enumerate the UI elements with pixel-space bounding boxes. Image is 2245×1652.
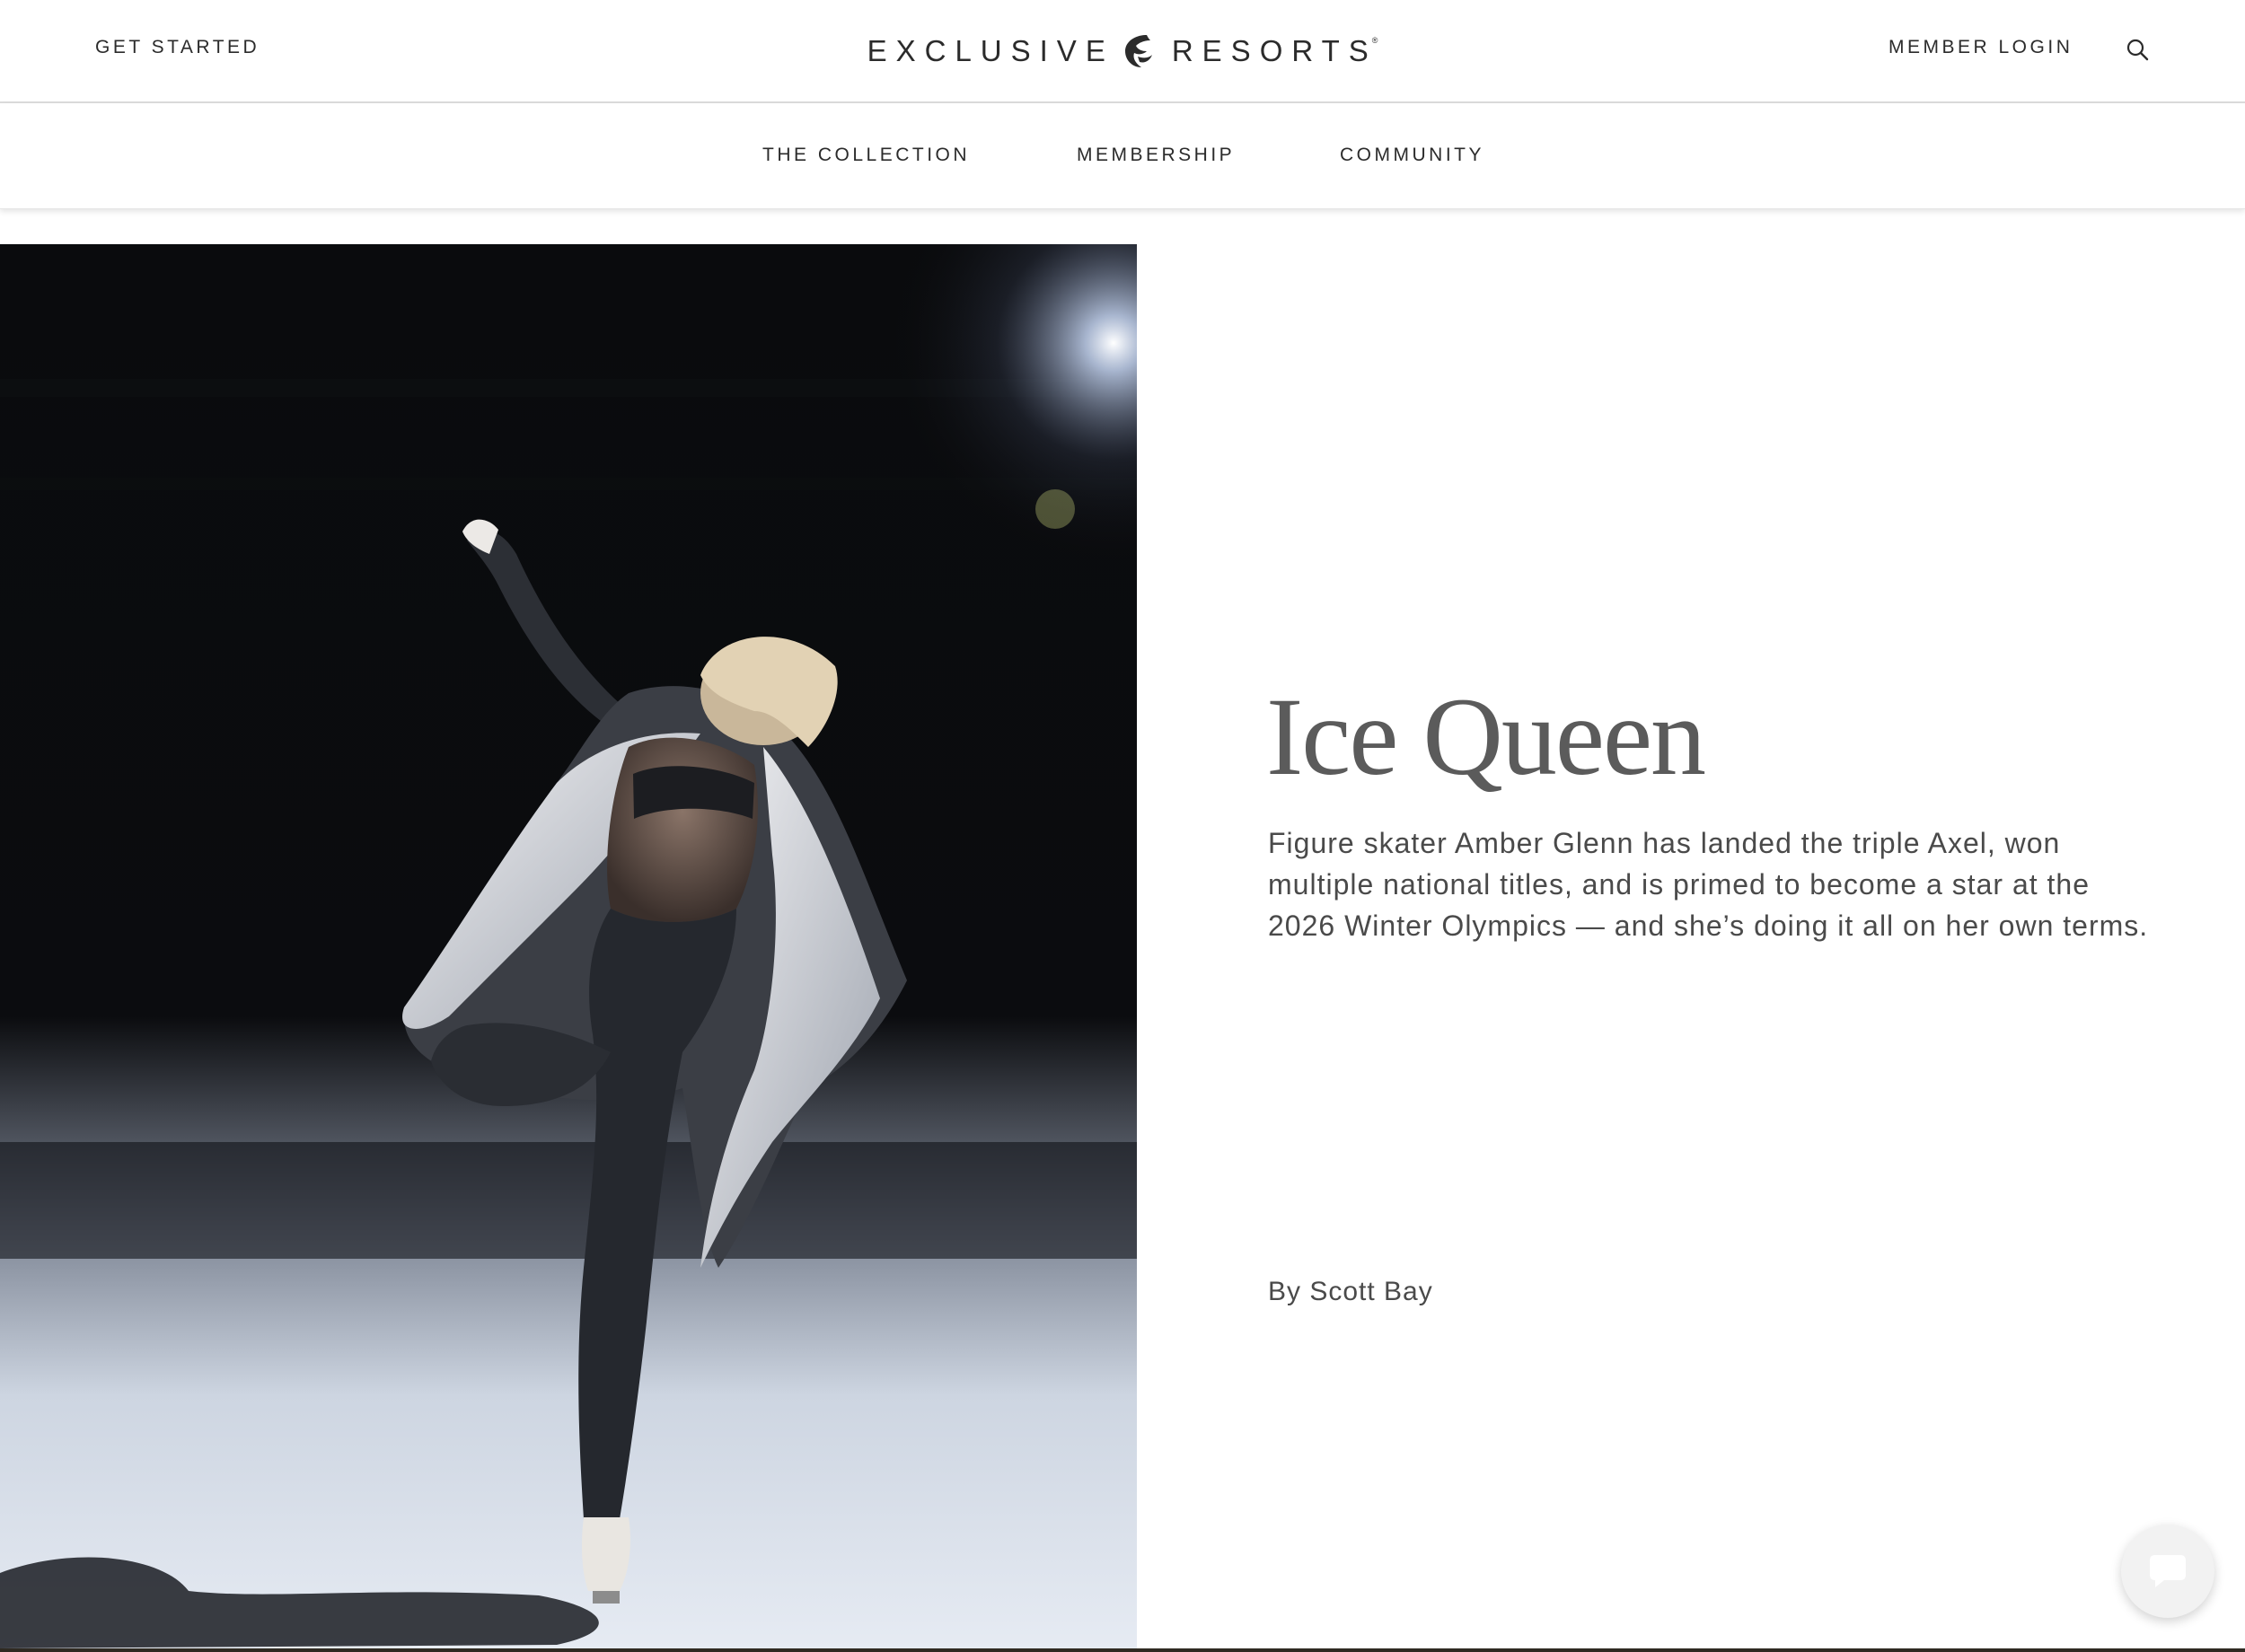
nav-item-membership[interactable]: MEMBERSHIP [1077,145,1235,166]
article-byline: By Scott Bay [1268,1277,1433,1306]
get-started-link[interactable]: GET STARTED [95,37,260,58]
brand-name-right: RESORTS [1171,34,1378,67]
registered-mark: ® [1371,36,1378,45]
member-login-link[interactable]: MEMBER LOGIN [1888,37,2073,58]
search-icon[interactable] [2125,37,2152,64]
hero-image-figure-skater [0,244,1137,1648]
top-header: GET STARTED EXCLUSIVE RESORTS ® MEMBER L… [0,0,2245,103]
nav-item-the-collection[interactable]: THE COLLECTION [762,145,970,166]
brand-logo[interactable]: EXCLUSIVE RESORTS ® [867,27,1378,75]
chat-bubble-icon [2150,1555,2186,1587]
leaf-logo-icon [1120,31,1158,71]
chat-button[interactable] [2121,1525,2214,1618]
bottom-divider [0,1648,2245,1652]
article-title: Ice Queen [1266,675,1706,798]
article-dek: Figure skater Amber Glenn has landed the… [1268,827,2149,942]
nav-item-community[interactable]: COMMUNITY [1340,145,1484,166]
main-nav: THE COLLECTION MEMBERSHIP COMMUNITY [0,103,2245,209]
brand-name-left: EXCLUSIVE [867,34,1114,67]
